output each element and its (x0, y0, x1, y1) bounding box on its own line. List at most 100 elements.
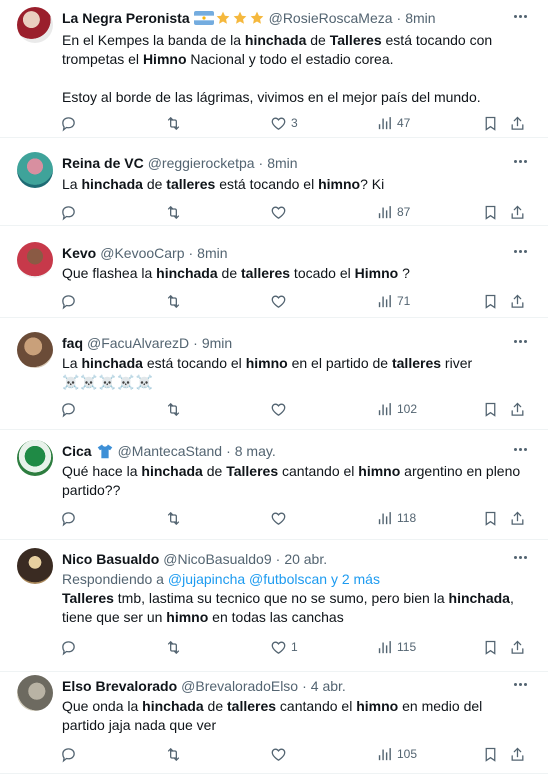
tweet-text: Qué hace la hinchada de Talleres cantand… (62, 462, 524, 500)
timestamp[interactable]: 8min (405, 10, 435, 26)
bookmark-button[interactable] (482, 399, 499, 419)
bookmark-button[interactable] (482, 508, 499, 528)
views-button[interactable]: 102 (376, 399, 417, 419)
reply-button[interactable] (60, 202, 77, 222)
more-options-icon[interactable] (510, 676, 530, 692)
views-button[interactable]: 115 (376, 637, 416, 657)
tweet-actions: 87 (60, 202, 532, 222)
avatar[interactable] (17, 332, 53, 368)
reply-button[interactable] (60, 508, 77, 528)
heart-icon (270, 204, 287, 221)
retweet-icon (165, 293, 182, 310)
like-button[interactable]: 1 (270, 637, 298, 657)
like-button[interactable] (270, 508, 291, 528)
avatar[interactable] (17, 7, 53, 43)
display-name[interactable]: Cica (62, 443, 92, 459)
timestamp[interactable]: 8min (197, 245, 227, 261)
more-options-icon[interactable] (510, 549, 530, 565)
views-button[interactable]: 71 (376, 291, 410, 311)
bookmark-button[interactable] (482, 744, 499, 764)
display-name[interactable]: La Negra Peronista (62, 10, 190, 26)
timestamp[interactable]: 20 abr. (284, 551, 327, 567)
bookmark-button[interactable] (482, 291, 499, 311)
timestamp[interactable]: 8min (267, 155, 297, 171)
like-button[interactable]: 3 (270, 113, 298, 133)
timestamp[interactable]: 4 abr. (311, 678, 346, 694)
display-name[interactable]: Reina de VC (62, 155, 144, 171)
share-button[interactable] (509, 399, 526, 419)
reply-button[interactable] (60, 744, 77, 764)
more-options-icon[interactable] (510, 441, 530, 457)
retweet-button[interactable] (165, 113, 182, 133)
share-button[interactable] (509, 202, 526, 222)
display-name[interactable]: Kevo (62, 245, 96, 261)
user-handle[interactable]: @BrevaloradoElso (181, 678, 298, 694)
display-name[interactable]: faq (62, 335, 83, 351)
bookmark-button[interactable] (482, 113, 499, 133)
share-button[interactable] (509, 637, 526, 657)
view-count: 115 (397, 640, 417, 654)
reply-button[interactable] (60, 113, 77, 133)
more-options-icon[interactable] (510, 243, 530, 259)
retweet-button[interactable] (165, 637, 182, 657)
share-button[interactable] (509, 291, 526, 311)
replying-to-link[interactable]: @jujapincha @futbolscan y 2 más (168, 571, 380, 587)
views-button[interactable]: 87 (376, 202, 410, 222)
tweet[interactable]: Nico Basualdo @NicoBasualdo9 · 20 abr. R… (0, 540, 548, 672)
share-button[interactable] (509, 508, 526, 528)
user-handle[interactable]: @FacuAlvarezD (87, 335, 189, 351)
bookmark-button[interactable] (482, 202, 499, 222)
retweet-button[interactable] (165, 202, 182, 222)
display-name[interactable]: Elso Brevalorado (62, 678, 177, 694)
retweet-button[interactable] (165, 399, 182, 419)
reply-button[interactable] (60, 637, 77, 657)
retweet-button[interactable] (165, 508, 182, 528)
more-options-icon[interactable] (510, 8, 530, 24)
views-button[interactable]: 118 (376, 508, 416, 528)
views-button[interactable]: 105 (376, 744, 417, 764)
like-button[interactable] (270, 744, 291, 764)
tweet[interactable]: Elso Brevalorado @BrevaloradoElso · 4 ab… (0, 672, 548, 774)
share-button[interactable] (509, 744, 526, 764)
display-name[interactable]: Nico Basualdo (62, 551, 159, 567)
retweet-button[interactable] (165, 291, 182, 311)
replying-to-label: Respondiendo a (62, 571, 164, 587)
view-count: 71 (397, 294, 411, 308)
tweet[interactable]: Reina de VC @reggierocketpa · 8min La hi… (0, 138, 548, 226)
like-button[interactable] (270, 399, 291, 419)
highlighted-keyword: talleres (227, 698, 277, 714)
user-handle[interactable]: @reggierocketpa (148, 155, 255, 171)
tweet-text: La hinchada de talleres está tocando el … (62, 175, 524, 194)
timestamp[interactable]: 9min (202, 335, 232, 351)
tweet-text-line (62, 69, 524, 88)
user-handle[interactable]: @MantecaStand (118, 443, 223, 459)
reply-button[interactable] (60, 399, 77, 419)
tweet[interactable]: Kevo @KevooCarp · 8min Que flashea la hi… (0, 226, 548, 318)
retweet-button[interactable] (165, 744, 182, 764)
bar-chart-icon (376, 510, 393, 527)
more-options-icon[interactable] (510, 333, 530, 349)
tweet[interactable]: faq @FacuAlvarezD · 9min La hinchada est… (0, 318, 548, 430)
avatar[interactable] (17, 242, 53, 278)
user-handle[interactable]: @RosieRoscaMeza (269, 10, 393, 26)
user-handle[interactable]: @KevooCarp (100, 245, 184, 261)
avatar[interactable] (17, 675, 53, 711)
star-icon (232, 10, 248, 26)
views-button[interactable]: 47 (376, 113, 410, 133)
like-button[interactable] (270, 291, 291, 311)
tweet[interactable]: La Negra Peronista @RosieRoscaMeza · 8mi… (0, 0, 548, 138)
bookmark-button[interactable] (482, 637, 499, 657)
tweet[interactable]: Cica @MantecaStand · 8 may. Qué hace la … (0, 430, 548, 540)
bar-chart-icon (376, 746, 393, 763)
tweet-body: Qué hace la hinchada de Talleres cantand… (62, 462, 524, 500)
avatar[interactable] (17, 152, 53, 188)
more-options-icon[interactable] (510, 153, 530, 169)
share-button[interactable] (509, 113, 526, 133)
timestamp[interactable]: 8 may. (235, 443, 276, 459)
avatar[interactable] (17, 440, 53, 476)
avatar[interactable] (17, 548, 53, 584)
user-handle[interactable]: @NicoBasualdo9 (163, 551, 271, 567)
like-button[interactable] (270, 202, 291, 222)
tweet-text-line: En el Kempes la banda de la hinchada de … (62, 32, 493, 67)
reply-button[interactable] (60, 291, 77, 311)
